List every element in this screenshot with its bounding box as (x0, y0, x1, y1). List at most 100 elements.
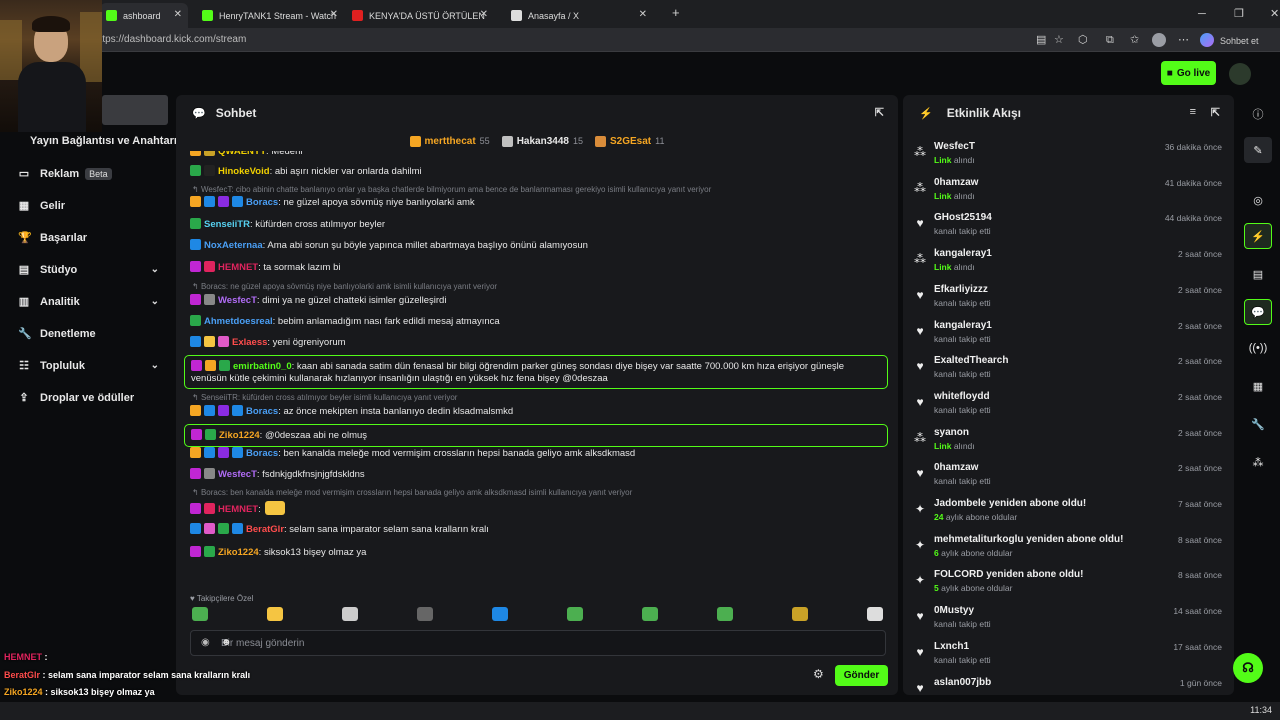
chat-username[interactable]: Boracs (246, 448, 278, 459)
browser-tab[interactable]: ashboard ✕ (100, 3, 188, 28)
extensions-icon[interactable]: ⬡ (1078, 33, 1088, 47)
event-username[interactable]: 0hamzaw (934, 462, 978, 473)
url-field[interactable]: https://dashboard.kick.com/stream (94, 32, 1044, 48)
chat-username[interactable]: WesfecT (218, 469, 257, 480)
sidebar-item-stüdyo[interactable]: ▤ Stüdyo ⌄ (18, 263, 163, 277)
go-live-button[interactable]: ■ Go live (1161, 61, 1216, 85)
popout-icon[interactable]: ⇱ (1211, 106, 1220, 119)
user-avatar[interactable] (1229, 63, 1251, 85)
chat-message[interactable]: Boracs: ben kanalda meleğe mod vermişim … (190, 447, 888, 460)
collections-icon[interactable]: ⧉ (1106, 33, 1114, 47)
sidebar-item-reklam[interactable]: ▭ Reklam Beta (18, 167, 163, 180)
emote-icon[interactable] (267, 607, 283, 621)
activity-lightning-icon[interactable]: ⚡ (1244, 223, 1272, 249)
chat-username[interactable]: Ahmetdoesreal (204, 316, 273, 327)
filter-icon[interactable]: ≡ (1190, 106, 1196, 118)
help-headset-icon[interactable]: ☊ (1233, 653, 1263, 683)
tab-close-icon[interactable]: ✕ (174, 9, 182, 20)
chat-message[interactable]: Exlaess: yeni ögreniyorum (190, 336, 888, 349)
activity-event[interactable]: ♥ ExaltedThearch kanalı takip etti 2 saat ö… (903, 353, 1234, 389)
maximize-button[interactable]: ❐ (1234, 7, 1244, 21)
chat-username[interactable]: NoxAeternaa (204, 240, 263, 251)
tab-close-icon[interactable]: ✕ (639, 9, 647, 20)
chat-message[interactable]: Ziko1224: siksok13 bişey olmaz ya (190, 546, 888, 559)
camera-icon[interactable]: ◎ (1244, 187, 1272, 213)
popout-icon[interactable]: ⇱ (875, 106, 884, 119)
sidebar-item-denetleme[interactable]: 🔧 Denetleme (18, 327, 163, 341)
chat-settings-gear-icon[interactable]: ⚙ (813, 667, 824, 681)
tab-close-icon[interactable]: ✕ (330, 9, 338, 20)
event-username[interactable]: ExaltedThearch (934, 355, 1008, 366)
event-username[interactable]: 0hamzaw (934, 177, 978, 188)
activity-event[interactable]: ✦ FOLCORD yeniden abone oldu! 5 aylık abon… (903, 567, 1234, 603)
chevron-down-icon[interactable]: ⌄ (151, 296, 159, 307)
chat-message[interactable]: SenseiiTR: küfürden cross atılmıyor beyl… (190, 218, 888, 231)
chat-username[interactable]: QWAENYT (218, 151, 266, 157)
browser-tab[interactable]: KENYA'DA ÜSTÜ ÖRTÜLEN KORKU✕ (346, 3, 494, 28)
leaderboard-entry[interactable]: Hakan3448 15 (501, 131, 583, 151)
event-username[interactable]: kangaleray1 (934, 248, 992, 259)
favorites-icon[interactable]: ✩ (1130, 33, 1139, 47)
event-username[interactable]: aslan007jbb (934, 677, 991, 688)
emote-icon[interactable] (417, 607, 433, 621)
activity-event[interactable]: ⁂ WesfecT Link alındı 36 dakika önce (903, 139, 1234, 175)
chevron-down-icon[interactable]: ⌄ (151, 360, 159, 371)
activity-event[interactable]: ⁂ 0hamzaw Link alındı 41 dakika önce (903, 175, 1234, 211)
send-button[interactable]: Gönder (835, 665, 888, 686)
browser-tab[interactable]: Anasayfa / X ✕ (505, 3, 653, 28)
chat-message[interactable]: BeratGlr: selam sana imparator selam san… (190, 523, 888, 536)
notes-icon[interactable]: ▤ (1244, 261, 1272, 287)
leaderboard-entry[interactable]: S2GEsat 11 (594, 131, 664, 151)
chat-username[interactable]: HinokeVoid (218, 166, 270, 177)
more-icon[interactable]: ⋯ (1178, 33, 1189, 47)
profile-avatar[interactable] (1152, 33, 1166, 47)
chat-message[interactable]: emirbatin0_0: kaan abi sanada satim dün … (184, 355, 888, 389)
emote-icon[interactable] (867, 607, 883, 621)
activity-event[interactable]: ♥ 0Mustyy kanalı takip etti 14 saat önce (903, 603, 1234, 639)
chat-username[interactable]: emirbatin0_0 (233, 361, 292, 372)
chat-username[interactable]: Ziko1224 (218, 547, 259, 558)
share-icon[interactable]: ⁂ (1244, 449, 1272, 475)
chat-with-copilot-label[interactable]: Sohbet et (1220, 34, 1259, 48)
activity-event[interactable]: ⁂ kangaleray1 Link alındı 2 saat önce (903, 246, 1234, 282)
activity-event[interactable]: ♥ GHost25194 kanalı takip etti 44 dakika ön… (903, 210, 1234, 246)
emote-icon[interactable] (642, 607, 658, 621)
activity-event[interactable]: ✦ Jadombele yeniden abone oldu! 24 aylık a… (903, 496, 1234, 532)
activity-event[interactable]: ♥ Efkarliyizzz kanalı takip etti 2 saat önc… (903, 282, 1234, 318)
event-username[interactable]: syanon (934, 427, 969, 438)
chat-username[interactable]: HEMNET (218, 262, 258, 273)
chat-message[interactable]: WesfecT: fsdnkjgdkfnsjnjgfdskldns (190, 468, 888, 481)
event-username[interactable]: Lxnch1 (934, 641, 969, 652)
chat-message[interactable]: WesfecT: dimi ya ne güzel chatteki isiml… (190, 294, 888, 307)
event-username[interactable]: GHost25194 (934, 212, 992, 223)
chat-message[interactable]: Boracs: ne güzel apoya sövmüş niye banlı… (190, 196, 888, 209)
chat-username[interactable]: Boracs (246, 197, 278, 208)
emote-icon[interactable] (792, 607, 808, 621)
chat-message[interactable]: Boracs: az önce mekipten insta banlanıyo… (190, 405, 888, 418)
activity-event[interactable]: ♥ kangaleray1 kanalı takip etti 2 saat önce (903, 318, 1234, 354)
chat-message[interactable]: Ziko1224: @0deszaa abi ne olmuş (184, 424, 888, 447)
chat-message[interactable]: Ahmetdoesreal: bebim anlamadığım nası fa… (190, 315, 888, 328)
chat-message[interactable]: QWAENYT: Medeni (190, 151, 888, 158)
event-username[interactable]: whitefloydd (934, 391, 990, 402)
favorite-star-icon[interactable]: ☆ (1054, 33, 1064, 47)
chat-username[interactable]: BeratGlr (246, 524, 284, 535)
info-icon[interactable]: ⓘ (1244, 101, 1272, 127)
event-username[interactable]: 0Mustyy (934, 605, 974, 616)
copilot-icon[interactable] (1200, 33, 1214, 47)
chat-username[interactable]: HEMNET (218, 504, 258, 515)
emote-icon[interactable] (342, 607, 358, 621)
emote-icon[interactable] (492, 607, 508, 621)
activity-event[interactable]: ♥ Lxnch1 kanalı takip etti 17 saat önce (903, 639, 1234, 675)
chat-username[interactable]: Boracs (246, 406, 278, 417)
chat-message[interactable]: HinokeVoid: abi aşırı nickler var onlard… (190, 165, 888, 178)
event-username[interactable]: Jadombele yeniden abone oldu! (934, 498, 1086, 509)
emote-icon[interactable] (567, 607, 583, 621)
sidebar-item-başarılar[interactable]: 🏆 Başarılar (18, 231, 163, 245)
emote-icon[interactable] (717, 607, 733, 621)
minimize-button[interactable]: ─ (1198, 7, 1206, 21)
sidebar-item-analitik[interactable]: ▥ Analitik ⌄ (18, 295, 163, 309)
emoji-picker-icon[interactable]: ☻ (221, 637, 875, 648)
edit-icon[interactable]: ✎ (1244, 137, 1272, 163)
broadcast-icon[interactable]: ((•)) (1244, 335, 1272, 361)
